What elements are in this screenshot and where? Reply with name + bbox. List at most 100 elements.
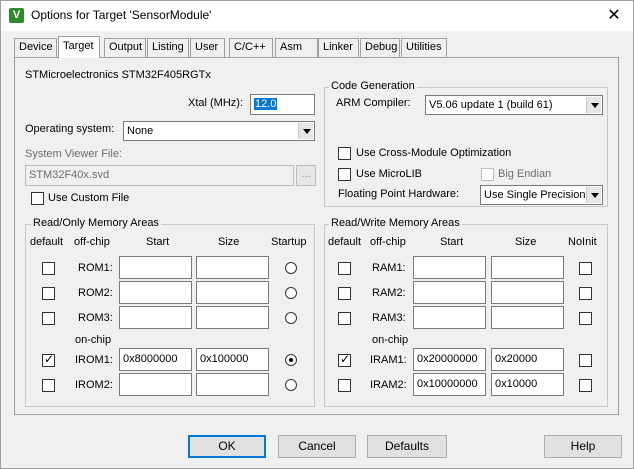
ram3-start-input[interactable] (413, 306, 486, 329)
xtal-label: Xtal (MHz): (188, 97, 243, 109)
ram2-default-checkbox[interactable] (338, 287, 351, 300)
iram2-noinit-checkbox[interactable] (579, 379, 592, 392)
fp-select-value: Use Single Precision (484, 189, 586, 201)
microlib-checkbox[interactable] (338, 168, 351, 181)
ro-header-size: Size (218, 236, 240, 248)
irom2-size-input[interactable] (196, 373, 269, 396)
fp-select[interactable]: Use Single Precision (480, 185, 603, 205)
tab-cpp[interactable]: C/C++ (229, 38, 273, 57)
close-button[interactable]: ✕ (597, 3, 631, 29)
ro-onchip-label: on-chip (75, 334, 112, 346)
ram2-noinit-checkbox[interactable] (579, 287, 592, 300)
iram1-default-checkbox[interactable] (338, 352, 351, 367)
tab-linker[interactable]: Linker (318, 38, 359, 57)
ro-header-start: Start (146, 236, 170, 248)
ro-header-offchip: off-chip (74, 236, 110, 248)
chevron-down-icon (298, 123, 313, 139)
compiler-label: ARM Compiler: (336, 97, 411, 109)
ram3-size-input[interactable] (491, 306, 564, 329)
iram2-default-checkbox[interactable] (338, 379, 351, 392)
svd-label: System Viewer File: (25, 148, 122, 160)
ok-button[interactable]: OK (188, 435, 266, 458)
iram1-label: IRAM1: (370, 354, 407, 366)
rom1-default-checkbox[interactable] (42, 262, 55, 275)
custom-file-label: Use Custom File (48, 192, 130, 204)
defaults-button[interactable]: Defaults (367, 435, 447, 458)
tab-asm[interactable]: Asm (275, 38, 318, 57)
rom3-label: ROM3: (78, 312, 113, 324)
ram1-start-input[interactable] (413, 256, 486, 279)
rom1-size-input[interactable] (196, 256, 269, 279)
ram2-size-input[interactable] (491, 281, 564, 304)
cross-module-label: Use Cross-Module Optimization (356, 147, 512, 159)
rw-header-offchip: off-chip (370, 236, 406, 248)
custom-file-checkbox[interactable] (31, 192, 44, 205)
iram1-noinit-checkbox[interactable] (579, 354, 592, 367)
tab-listing[interactable]: Listing (147, 38, 189, 57)
irom1-default-checkbox[interactable] (42, 352, 55, 367)
rom3-default-checkbox[interactable] (42, 312, 55, 325)
ram1-size-input[interactable] (491, 256, 564, 279)
iram2-size-input[interactable]: 0x10000 (491, 373, 564, 396)
tab-target[interactable]: Target (58, 36, 100, 58)
keil-app-icon: V (9, 8, 24, 23)
big-endian-label: Big Endian (498, 168, 552, 180)
iram1-size-input[interactable]: 0x20000 (491, 348, 564, 371)
tab-user[interactable]: User (190, 38, 225, 57)
microlib-label: Use MicroLIB (356, 168, 423, 180)
target-panel: STMicroelectronics STM32F405RGTx Xtal (M… (14, 57, 619, 415)
irom2-default-checkbox[interactable] (42, 379, 55, 392)
window-title: Options for Target 'SensorModule' (31, 8, 212, 22)
ram3-default-checkbox[interactable] (338, 312, 351, 325)
rom2-label: ROM2: (78, 287, 113, 299)
ram3-label: RAM3: (372, 312, 406, 324)
help-button[interactable]: Help (544, 435, 622, 458)
cancel-button[interactable]: Cancel (278, 435, 356, 458)
rom1-start-input[interactable] (119, 256, 192, 279)
rom2-default-checkbox[interactable] (42, 287, 55, 300)
compiler-select[interactable]: V5.06 update 1 (build 61) (425, 95, 603, 115)
chevron-down-icon (586, 97, 601, 113)
device-name-label: STMicroelectronics STM32F405RGTx (25, 69, 211, 81)
rom1-startup-radio[interactable] (285, 262, 297, 274)
rom2-startup-radio[interactable] (285, 287, 297, 299)
xtal-input[interactable]: 12.0 (250, 94, 315, 115)
iram2-start-input[interactable]: 0x10000000 (413, 373, 486, 396)
ram2-start-input[interactable] (413, 281, 486, 304)
rom3-start-input[interactable] (119, 306, 192, 329)
cross-module-checkbox[interactable] (338, 147, 351, 160)
rom2-start-input[interactable] (119, 281, 192, 304)
irom1-label: IROM1: (75, 354, 113, 366)
rom2-size-input[interactable] (196, 281, 269, 304)
svd-browse-button[interactable]: ... (296, 165, 316, 186)
ram2-label: RAM2: (372, 287, 406, 299)
tab-output[interactable]: Output (104, 38, 146, 57)
rom1-label: ROM1: (78, 262, 113, 274)
tab-debug[interactable]: Debug (360, 38, 400, 57)
rw-header-noinit: NoInit (568, 236, 597, 248)
compiler-select-value: V5.06 update 1 (build 61) (429, 99, 553, 111)
irom1-start-input[interactable]: 0x8000000 (119, 348, 192, 371)
rom3-size-input[interactable] (196, 306, 269, 329)
rom3-startup-radio[interactable] (285, 312, 297, 324)
os-select[interactable]: None (123, 121, 315, 141)
rw-memory-legend: Read/Write Memory Areas (329, 217, 462, 229)
ram3-noinit-checkbox[interactable] (579, 312, 592, 325)
irom1-size-input[interactable]: 0x100000 (196, 348, 269, 371)
irom1-startup-radio[interactable] (285, 354, 297, 366)
tab-utilities[interactable]: Utilities (401, 38, 447, 57)
ram1-default-checkbox[interactable] (338, 262, 351, 275)
ram1-noinit-checkbox[interactable] (579, 262, 592, 275)
tab-device[interactable]: Device (14, 38, 57, 57)
ro-memory-legend: Read/Only Memory Areas (31, 217, 161, 229)
svd-input[interactable]: STM32F40x.svd (25, 165, 294, 186)
irom2-start-input[interactable] (119, 373, 192, 396)
fp-label: Floating Point Hardware: (338, 188, 460, 200)
big-endian-checkbox[interactable] (481, 168, 494, 181)
rw-header-size: Size (515, 236, 537, 248)
options-dialog: V Options for Target 'SensorModule' ✕ De… (0, 0, 634, 469)
irom2-startup-radio[interactable] (285, 379, 297, 391)
iram2-label: IRAM2: (370, 379, 407, 391)
iram1-start-input[interactable]: 0x20000000 (413, 348, 486, 371)
ro-header-startup: Startup (271, 236, 307, 248)
